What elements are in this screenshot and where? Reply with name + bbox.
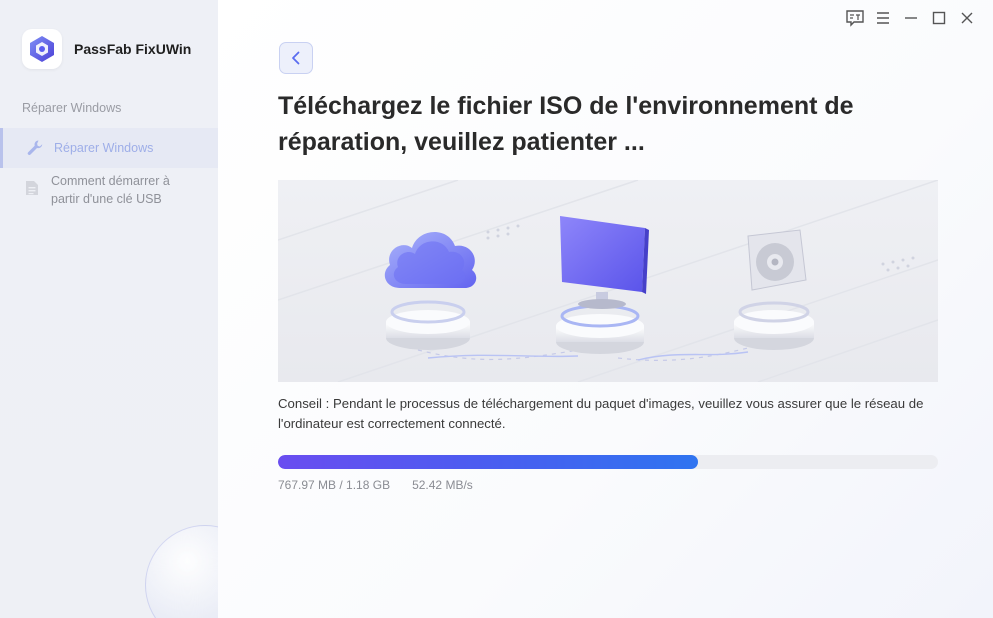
download-progress-fill — [278, 455, 698, 469]
minimize-button[interactable] — [897, 8, 925, 28]
download-stats: 767.97 MB / 1.18 GB 52.42 MB/s — [278, 478, 473, 492]
feedback-icon — [846, 10, 864, 27]
chevron-left-icon — [292, 51, 300, 65]
sidebar: PassFab FixUWin Réparer Windows Réparer … — [0, 0, 218, 618]
app-name: PassFab FixUWin — [74, 41, 192, 57]
maximize-icon — [932, 11, 946, 25]
app-logo-icon — [22, 29, 62, 69]
main-panel: Téléchargez le fichier ISO de l'environn… — [218, 0, 993, 618]
sidebar-item-label: Comment démarrer à partir d'une clé USB — [51, 174, 170, 206]
close-button[interactable] — [953, 8, 981, 28]
sidebar-item-repair-windows[interactable]: Réparer Windows — [0, 128, 218, 168]
maximize-button[interactable] — [925, 8, 953, 28]
feedback-button[interactable] — [841, 8, 869, 28]
app-brand: PassFab FixUWin — [22, 29, 191, 69]
sidebar-item-usb-boot[interactable]: Comment démarrer à partir d'une clé USB — [0, 172, 218, 208]
window-controls — [841, 8, 981, 28]
document-icon — [25, 180, 39, 196]
close-icon — [961, 12, 973, 24]
download-speed: 52.42 MB/s — [412, 478, 473, 492]
menu-icon — [877, 12, 889, 24]
download-progress-bar — [278, 455, 938, 469]
download-tip: Conseil : Pendant le processus de téléch… — [278, 396, 924, 431]
page-title: Téléchargez le fichier ISO de l'environn… — [278, 92, 854, 156]
sidebar-section-title: Réparer Windows — [22, 101, 122, 115]
decorative-bubble — [145, 525, 218, 618]
sidebar-item-label: Réparer Windows — [54, 141, 154, 155]
menu-button[interactable] — [869, 8, 897, 28]
download-illustration — [278, 180, 938, 382]
back-button[interactable] — [279, 42, 313, 74]
minimize-icon — [905, 17, 917, 19]
downloaded-size: 767.97 MB / 1.18 GB — [278, 478, 391, 492]
wrench-icon — [25, 138, 45, 158]
